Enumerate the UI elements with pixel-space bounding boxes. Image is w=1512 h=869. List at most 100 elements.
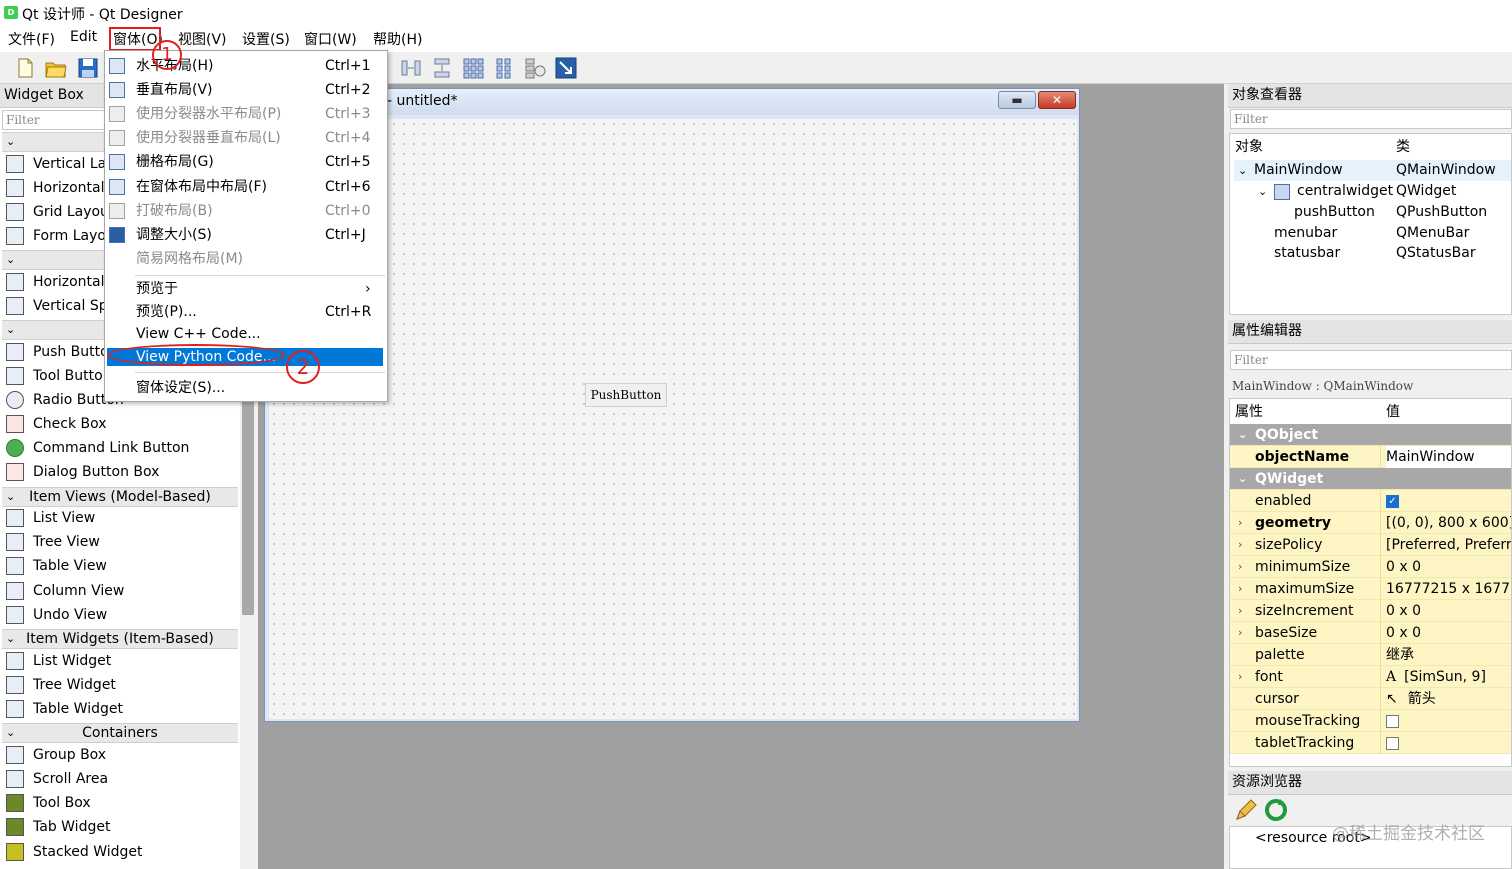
menu-item-preview[interactable]: 预览(P)... Ctrl+R <box>105 300 387 324</box>
open-folder-icon[interactable] <box>45 57 67 79</box>
menu-separator <box>135 372 385 373</box>
column-divider <box>1380 644 1381 666</box>
widget-tab-widget[interactable]: Tab Widget <box>4 815 240 839</box>
widget-list-view[interactable]: List View <box>4 506 240 530</box>
chevron-right-icon[interactable]: › <box>1238 534 1242 556</box>
menu-item-form-layout[interactable]: 在窗体布局中布局(F) Ctrl+6 <box>105 175 387 199</box>
prop-palette[interactable]: palette 继承 <box>1230 644 1511 666</box>
group-qwidget[interactable]: ⌄ QWidget <box>1230 468 1511 490</box>
widget-stacked-widget[interactable]: Stacked Widget <box>4 840 240 864</box>
form-layout-icon[interactable] <box>493 57 515 79</box>
tree-class-statusbar: QStatusBar <box>1396 245 1476 261</box>
minimize-button[interactable]: ▬ <box>998 91 1036 109</box>
widget-tree-widget[interactable]: Tree Widget <box>4 673 240 697</box>
column-divider <box>1380 446 1381 468</box>
tree-object-centralwidget[interactable]: centralwidget <box>1297 181 1393 202</box>
form-canvas[interactable]: PushButton <box>269 119 1077 719</box>
widget-list-widget[interactable]: List Widget <box>4 649 240 673</box>
category-item-views[interactable]: ⌄ Item Views (Model-Based) <box>2 487 238 507</box>
widget-table-widget[interactable]: Table Widget <box>4 697 240 721</box>
chevron-right-icon[interactable]: › <box>1238 666 1242 688</box>
object-inspector-filter[interactable]: Filter <box>1230 109 1512 129</box>
vertical-layout-icon <box>109 82 125 98</box>
menu-item-form-settings[interactable]: 窗体设定(S)... <box>105 376 387 400</box>
widget-table-view[interactable]: Table View <box>4 554 240 578</box>
widget-dialog-button-box[interactable]: Dialog Button Box <box>4 460 240 484</box>
widget-tool-box[interactable]: Tool Box <box>4 791 240 815</box>
tree-object-menubar[interactable]: menubar <box>1274 223 1337 244</box>
new-file-icon[interactable] <box>14 57 36 79</box>
chevron-down-icon[interactable]: ⌄ <box>1258 181 1267 202</box>
column-header-object[interactable]: 对象 <box>1235 137 1263 158</box>
column-divider <box>1380 578 1381 600</box>
chevron-right-icon[interactable]: › <box>1238 578 1242 600</box>
menu-item-grid-layout[interactable]: 栅格布局(G) Ctrl+5 <box>105 150 387 174</box>
save-icon[interactable] <box>77 57 99 79</box>
tree-object-statusbar[interactable]: statusbar <box>1274 243 1340 264</box>
adjust-size-icon[interactable] <box>555 57 577 79</box>
splitter-vertical-icon[interactable] <box>431 57 453 79</box>
tree-object-pushbutton[interactable]: pushButton <box>1294 202 1375 223</box>
menu-item-horizontal-layout[interactable]: 水平布局(H) Ctrl+1 <box>105 54 387 78</box>
menu-window[interactable]: 窗口(W) <box>304 29 357 49</box>
prop-font[interactable]: › font A [SimSun, 9] <box>1230 666 1511 688</box>
menu-settings[interactable]: 设置(S) <box>242 29 290 49</box>
tree-object-mainwindow[interactable]: MainWindow <box>1254 160 1343 181</box>
form-push-button[interactable]: PushButton <box>585 383 667 407</box>
widget-tree-view[interactable]: Tree View <box>4 530 240 554</box>
chevron-right-icon[interactable]: › <box>1238 512 1242 534</box>
close-button[interactable]: ✕ <box>1038 91 1076 109</box>
column-header-value[interactable]: 值 <box>1386 402 1400 423</box>
break-layout-icon[interactable] <box>524 57 546 79</box>
menu-view[interactable]: 视图(V) <box>178 29 227 49</box>
scroll-area-icon <box>6 770 24 788</box>
column-header-class[interactable]: 类 <box>1396 137 1410 158</box>
prop-enabled[interactable]: enabled ✓ <box>1230 490 1511 512</box>
prop-tablettracking[interactable]: tabletTracking <box>1230 732 1511 754</box>
vertical-spacer-icon <box>6 297 24 315</box>
category-containers[interactable]: ⌄ Containers <box>2 723 238 743</box>
horizontal-layout-icon <box>109 58 125 74</box>
group-qobject[interactable]: ⌄ QObject <box>1230 424 1511 446</box>
mousetracking-checkbox[interactable] <box>1386 714 1399 728</box>
menu-help[interactable]: 帮助(H) <box>373 29 422 49</box>
reload-icon[interactable] <box>1264 798 1288 822</box>
tablettracking-checkbox[interactable] <box>1386 736 1399 750</box>
prop-minimumsize[interactable]: › minimumSize 0 x 0 <box>1230 556 1511 578</box>
widget-undo-view[interactable]: Undo View <box>4 603 240 627</box>
menu-file[interactable]: 文件(F) <box>8 29 55 49</box>
column-header-property[interactable]: 属性 <box>1235 402 1263 423</box>
check-box-icon <box>6 415 24 433</box>
chevron-down-icon[interactable]: ⌄ <box>1238 160 1247 181</box>
prop-sizepolicy[interactable]: › sizePolicy [Preferred, Preferre <box>1230 534 1511 556</box>
form-layout-icon <box>109 179 125 195</box>
widget-column-view[interactable]: Column View <box>4 579 240 603</box>
prop-sizeincrement[interactable]: › sizeIncrement 0 x 0 <box>1230 600 1511 622</box>
widget-command-link-button[interactable]: Command Link Button <box>4 436 240 460</box>
prop-cursor[interactable]: cursor ↖ 箭头 <box>1230 688 1511 710</box>
menu-item-view-cpp-code[interactable]: View C++ Code... <box>105 322 387 346</box>
menu-edit[interactable]: Edit <box>70 29 97 45</box>
widget-group-box[interactable]: Group Box <box>4 743 240 767</box>
chevron-right-icon[interactable]: › <box>1238 556 1242 578</box>
column-view-icon <box>6 582 24 600</box>
widget-check-box[interactable]: Check Box <box>4 412 240 436</box>
chevron-right-icon[interactable]: › <box>1238 622 1242 644</box>
chevron-right-icon[interactable]: › <box>1238 600 1242 622</box>
category-item-widgets[interactable]: ⌄ Item Widgets (Item-Based) <box>2 629 238 649</box>
edit-resources-icon[interactable] <box>1234 798 1258 822</box>
prop-basesize[interactable]: › baseSize 0 x 0 <box>1230 622 1511 644</box>
property-editor-filter[interactable]: Filter <box>1230 350 1512 370</box>
enabled-checkbox[interactable]: ✓ <box>1386 494 1399 508</box>
prop-maximumsize[interactable]: › maximumSize 16777215 x 16777 <box>1230 578 1511 600</box>
widget-scroll-area[interactable]: Scroll Area <box>4 767 240 791</box>
prop-objectname[interactable]: objectName MainWindow <box>1230 446 1511 468</box>
menu-item-preview-in[interactable]: 预览于 › <box>105 277 387 301</box>
menu-item-vertical-layout[interactable]: 垂直布局(V) Ctrl+2 <box>105 78 387 102</box>
annotation-step-1: 1 <box>152 40 182 70</box>
prop-geometry[interactable]: › geometry [(0, 0), 800 x 600] <box>1230 512 1511 534</box>
grid-layout-icon[interactable] <box>462 57 484 79</box>
prop-mousetracking[interactable]: mouseTracking <box>1230 710 1511 732</box>
menu-item-adjust-size[interactable]: 调整大小(S) Ctrl+J <box>105 223 387 247</box>
splitter-horizontal-icon[interactable] <box>400 57 422 79</box>
